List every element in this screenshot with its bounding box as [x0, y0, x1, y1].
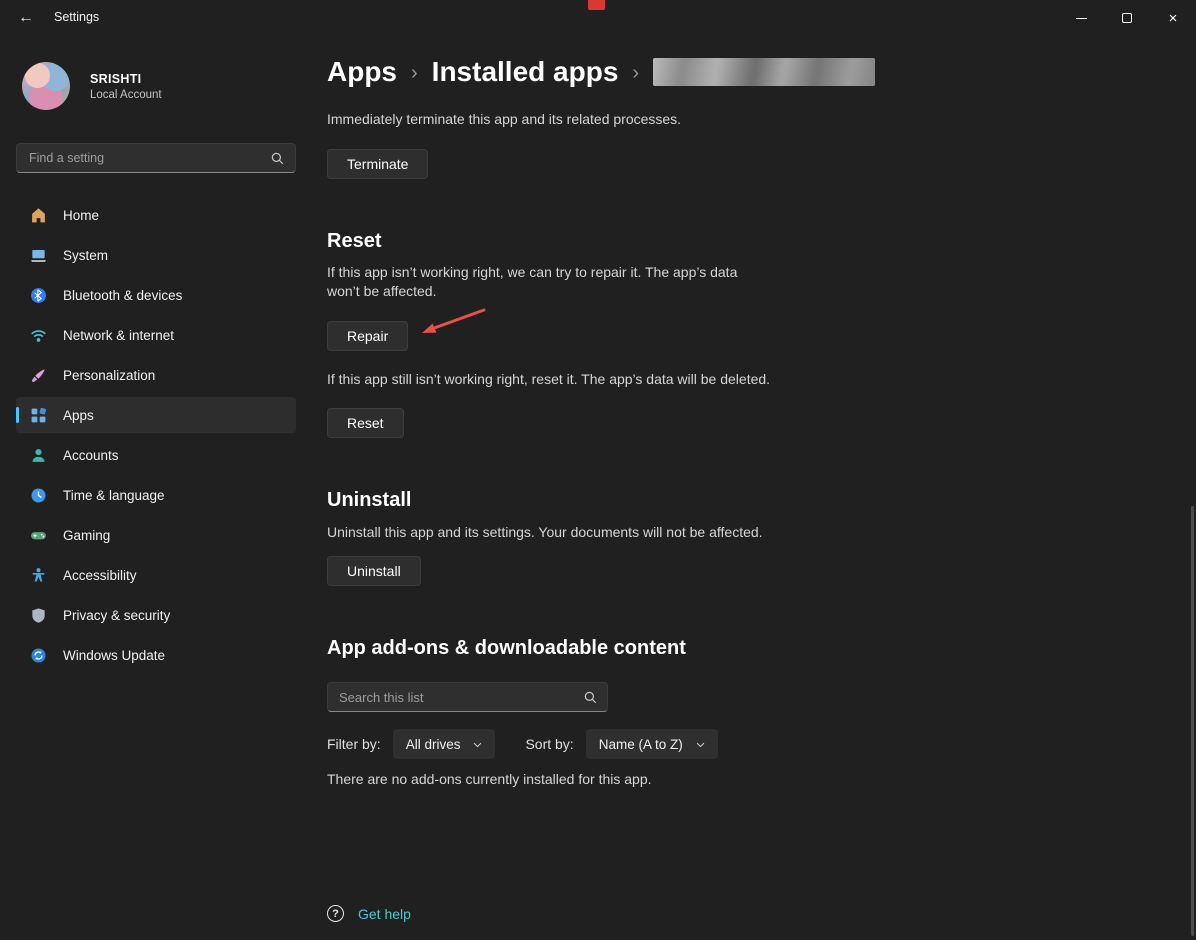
- account-header[interactable]: SRISHTI Local Account: [22, 62, 162, 110]
- terminate-button[interactable]: Terminate: [327, 149, 428, 179]
- selected-accent-bar: [16, 407, 19, 423]
- chevron-down-icon: [695, 739, 706, 750]
- sidebar-item-system[interactable]: System: [16, 237, 296, 273]
- sidebar-item-privacy-security[interactable]: Privacy & security: [16, 597, 296, 633]
- sidebar-item-label: Accounts: [63, 448, 119, 463]
- sidebar-item-home[interactable]: Home: [16, 197, 296, 233]
- sidebar-item-time-language[interactable]: Time & language: [16, 477, 296, 513]
- sidebar-item-label: Privacy & security: [63, 608, 170, 623]
- sidebar-item-label: Windows Update: [63, 648, 165, 663]
- search-icon: [583, 690, 598, 705]
- filter-dropdown[interactable]: All drives: [393, 729, 496, 759]
- sidebar-item-label: Network & internet: [63, 328, 174, 343]
- breadcrumb-installed-apps[interactable]: Installed apps: [432, 56, 619, 88]
- accounts-icon: [29, 446, 47, 464]
- sidebar-item-label: Time & language: [63, 488, 165, 503]
- back-button[interactable]: ←: [10, 3, 42, 33]
- addons-section-title: App add-ons & downloadable content: [327, 637, 686, 660]
- get-help-row: ? Get help: [327, 905, 411, 922]
- bluetooth-icon: [29, 286, 47, 304]
- sidebar-item-gaming[interactable]: Gaming: [16, 517, 296, 553]
- breadcrumb: Apps › Installed apps ›: [327, 56, 875, 88]
- window-title: Settings: [54, 10, 99, 24]
- sidebar-nav: Home System Bluetooth & devices Network …: [16, 197, 296, 677]
- filter-sort-row: Filter by: All drives Sort by: Name (A t…: [327, 729, 718, 759]
- addons-empty-message: There are no add-ons currently installed…: [327, 770, 652, 789]
- personalization-icon: [29, 366, 47, 384]
- system-icon: [29, 246, 47, 264]
- uninstall-button[interactable]: Uninstall: [327, 556, 421, 586]
- chevron-down-icon: [472, 739, 483, 750]
- maximize-icon: [1122, 13, 1132, 23]
- uninstall-section-title: Uninstall: [327, 489, 411, 512]
- get-help-link[interactable]: Get help: [358, 906, 411, 922]
- breadcrumb-separator: ›: [411, 62, 418, 85]
- sidebar-item-accessibility[interactable]: Accessibility: [16, 557, 296, 593]
- sidebar-item-bluetooth[interactable]: Bluetooth & devices: [16, 277, 296, 313]
- titlebar: ← Settings ×: [0, 0, 1196, 36]
- sidebar-item-personalization[interactable]: Personalization: [16, 357, 296, 393]
- get-help-icon: ?: [327, 905, 344, 922]
- windows-update-icon: [29, 646, 47, 664]
- sidebar-item-label: Bluetooth & devices: [63, 288, 182, 303]
- breadcrumb-separator: ›: [632, 62, 639, 85]
- uninstall-description: Uninstall this app and its settings. You…: [327, 523, 763, 542]
- sort-dropdown[interactable]: Name (A to Z): [586, 729, 718, 759]
- breadcrumb-apps[interactable]: Apps: [327, 56, 397, 88]
- sidebar-item-accounts[interactable]: Accounts: [16, 437, 296, 473]
- terminate-description: Immediately terminate this app and its r…: [327, 110, 681, 129]
- sort-by-label: Sort by:: [525, 736, 573, 752]
- sidebar-item-label: Accessibility: [63, 568, 137, 583]
- scrollbar-thumb[interactable]: [1191, 506, 1194, 936]
- privacy-security-icon: [29, 606, 47, 624]
- addons-search-input[interactable]: [328, 690, 583, 705]
- user-name: SRISHTI: [90, 72, 162, 86]
- sidebar-item-label: Personalization: [63, 368, 155, 383]
- sidebar-item-label: Home: [63, 208, 99, 223]
- filter-dropdown-value: All drives: [406, 737, 461, 752]
- minimize-icon: [1076, 18, 1087, 19]
- accessibility-icon: [29, 566, 47, 584]
- home-icon: [29, 206, 47, 224]
- time-language-icon: [29, 486, 47, 504]
- reset-description: If this app still isn’t working right, r…: [327, 370, 770, 389]
- reset-section-title: Reset: [327, 230, 381, 253]
- redacted-mark: [588, 0, 605, 10]
- search-icon: [270, 151, 285, 166]
- annotation-arrow: [408, 304, 492, 342]
- account-type: Local Account: [90, 89, 162, 101]
- sidebar-item-network[interactable]: Network & internet: [16, 317, 296, 353]
- sidebar-item-label: Apps: [63, 408, 94, 423]
- network-icon: [29, 326, 47, 344]
- filter-by-label: Filter by:: [327, 736, 381, 752]
- sidebar: SRISHTI Local Account Home System Blueto…: [0, 36, 312, 940]
- addons-search: [327, 682, 608, 712]
- minimize-button[interactable]: [1058, 0, 1104, 36]
- sidebar-item-label: System: [63, 248, 108, 263]
- settings-window: ← Settings × SRISHTI Local Account: [0, 0, 1196, 940]
- reset-button[interactable]: Reset: [327, 408, 404, 438]
- repair-button[interactable]: Repair: [327, 321, 408, 351]
- gaming-icon: [29, 526, 47, 544]
- close-button[interactable]: ×: [1150, 0, 1196, 36]
- settings-search: [16, 143, 296, 173]
- sidebar-item-windows-update[interactable]: Windows Update: [16, 637, 296, 673]
- close-icon: ×: [1169, 10, 1178, 27]
- repair-description: If this app isn’t working right, we can …: [327, 263, 755, 301]
- sidebar-item-apps[interactable]: Apps: [16, 397, 296, 433]
- sidebar-item-label: Gaming: [63, 528, 110, 543]
- window-controls: ×: [1058, 0, 1196, 36]
- settings-search-input[interactable]: [17, 151, 270, 165]
- avatar: [22, 62, 70, 110]
- apps-icon: [29, 406, 47, 424]
- sort-dropdown-value: Name (A to Z): [599, 737, 683, 752]
- maximize-button[interactable]: [1104, 0, 1150, 36]
- redacted-app-name: [653, 58, 875, 86]
